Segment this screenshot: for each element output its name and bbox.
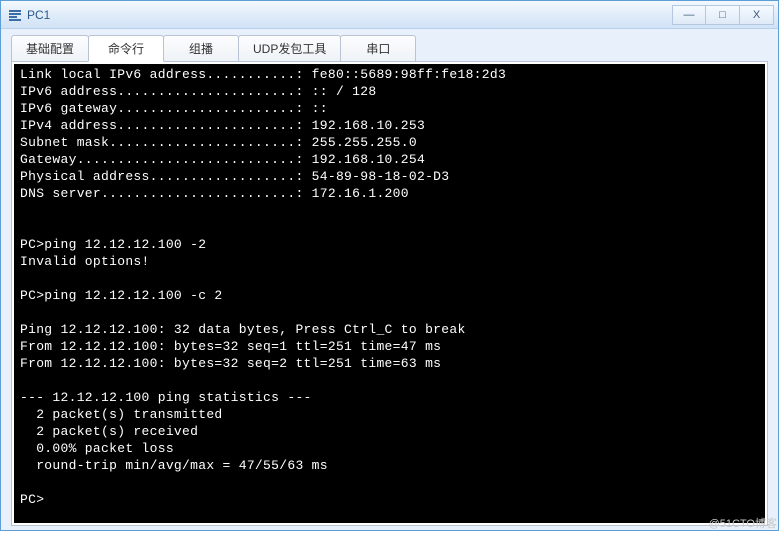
watermark: @51CTO博客: [709, 515, 777, 531]
app-icon: [7, 7, 23, 23]
tab-bar: 基础配置 命令行 组播 UDP发包工具 串口: [11, 35, 768, 62]
tab-udp-tool[interactable]: UDP发包工具: [238, 35, 341, 62]
tab-multicast[interactable]: 组播: [163, 35, 239, 62]
window-title: PC1: [27, 8, 672, 22]
window: PC1 — □ X 基础配置 命令行 组播 UDP发包工具 串口 Link lo…: [0, 0, 779, 531]
terminal-panel: Link local IPv6 address...........: fe80…: [11, 61, 768, 526]
close-button[interactable]: X: [740, 5, 774, 25]
tab-serial[interactable]: 串口: [340, 35, 416, 62]
window-controls: — □ X: [672, 5, 774, 25]
maximize-button[interactable]: □: [706, 5, 740, 25]
terminal[interactable]: Link local IPv6 address...........: fe80…: [14, 64, 765, 523]
tab-cli[interactable]: 命令行: [88, 35, 164, 62]
titlebar[interactable]: PC1 — □ X: [1, 1, 778, 29]
minimize-button[interactable]: —: [672, 5, 706, 25]
content-area: 基础配置 命令行 组播 UDP发包工具 串口 Link local IPv6 a…: [1, 29, 778, 530]
tab-basic-config[interactable]: 基础配置: [11, 35, 89, 62]
